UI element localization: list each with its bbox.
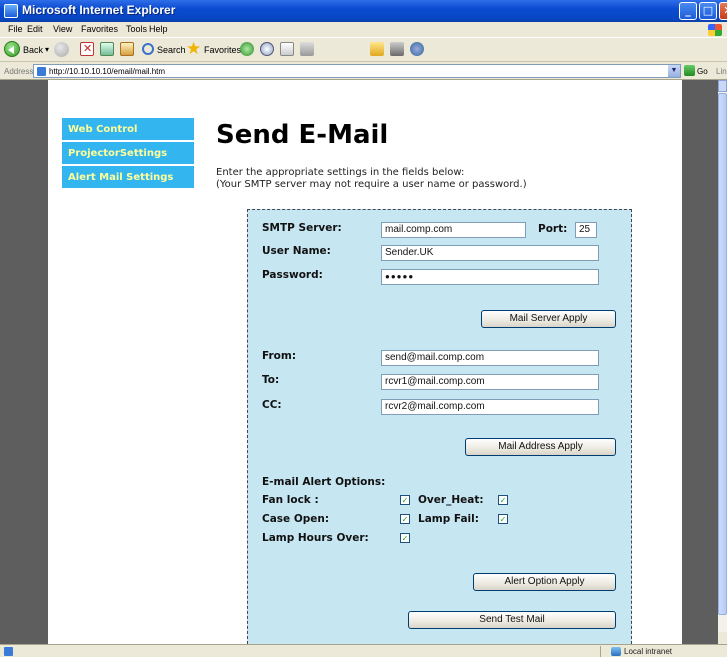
mail-icon[interactable] <box>280 42 294 56</box>
msn-icon[interactable] <box>390 42 404 56</box>
cc-label: CC: <box>262 399 282 411</box>
password-label: Password: <box>262 269 323 281</box>
right-page-margin <box>682 80 718 644</box>
intranet-zone-icon <box>611 647 621 656</box>
mail-settings-panel: SMTP Server: mail.comp.com Port: 25 User… <box>247 209 632 644</box>
left-page-margin <box>0 80 48 644</box>
to-label: To: <box>262 374 280 386</box>
side-nav: Web Control ProjectorSettings Alert Mail… <box>62 118 194 190</box>
port-label: Port: <box>538 223 568 235</box>
back-dropdown-icon[interactable]: ▾ <box>45 45 49 54</box>
from-label: From: <box>262 350 297 362</box>
user-name-label: User Name: <box>262 245 331 257</box>
mail-address-apply-button[interactable]: Mail Address Apply <box>465 438 616 456</box>
security-zone-label: Local intranet <box>624 647 673 656</box>
cc-input[interactable]: rcvr2@mail.comp.com <box>381 399 599 415</box>
messenger-icon[interactable] <box>410 42 424 56</box>
scroll-up-button[interactable] <box>718 80 727 92</box>
forward-icon[interactable] <box>54 42 69 57</box>
menu-file[interactable]: File <box>8 24 23 34</box>
smtp-server-label: SMTP Server: <box>262 222 342 234</box>
lamp-fail-checkbox[interactable]: ✓ <box>498 514 508 524</box>
back-icon[interactable] <box>4 41 20 57</box>
intro-text: Enter the appropriate settings in the fi… <box>216 167 527 191</box>
lamp-hours-over-label: Lamp Hours Over: <box>262 532 369 544</box>
maximize-button[interactable]: □ <box>699 2 717 20</box>
mail-server-apply-button[interactable]: Mail Server Apply <box>481 310 616 328</box>
minimize-button[interactable]: _ <box>679 2 697 20</box>
stop-icon[interactable] <box>80 42 94 56</box>
status-page-icon <box>4 647 13 656</box>
history-icon[interactable] <box>260 42 274 56</box>
intro-line-2: (Your SMTP server may not require a user… <box>216 179 527 190</box>
address-url[interactable]: http://10.10.10.10/email/mail.htm <box>49 67 165 76</box>
favorites-button-label[interactable]: Favorites <box>204 45 241 55</box>
address-dropdown-icon[interactable]: ▼ <box>668 65 680 77</box>
address-bar: Address http://10.10.10.10/email/mail.ht… <box>0 62 727 80</box>
case-open-checkbox[interactable]: ✓ <box>400 514 410 524</box>
intro-line-1: Enter the appropriate settings in the fi… <box>216 167 465 178</box>
print-icon[interactable] <box>300 42 314 56</box>
menu-edit[interactable]: Edit <box>27 24 43 34</box>
window-title: Microsoft Internet Explorer <box>22 3 176 17</box>
go-arrow-icon[interactable] <box>684 65 695 76</box>
scrollbar-thumb[interactable] <box>718 93 727 615</box>
nav-alert-mail-settings[interactable]: Alert Mail Settings <box>62 166 194 190</box>
favorites-star-icon[interactable]: ★ <box>186 40 201 58</box>
address-label: Address <box>4 67 34 76</box>
windows-logo-icon <box>708 24 722 36</box>
over-heat-label: Over_Heat: <box>418 494 484 506</box>
title-bar: Microsoft Internet Explorer _ □ ✕ <box>0 0 727 22</box>
search-button-label[interactable]: Search <box>157 45 186 55</box>
menu-view[interactable]: View <box>53 24 72 34</box>
user-name-input[interactable]: Sender.UK <box>381 245 599 261</box>
fan-lock-label: Fan lock : <box>262 494 319 506</box>
smtp-server-input[interactable]: mail.comp.com <box>381 222 526 238</box>
standard-toolbar: Back ▾ Search ★ Favorites <box>0 38 727 62</box>
to-input[interactable]: rcvr1@mail.comp.com <box>381 374 599 390</box>
case-open-label: Case Open: <box>262 513 330 525</box>
alert-options-heading: E-mail Alert Options: <box>262 476 386 488</box>
lamp-fail-label: Lamp Fail: <box>418 513 479 525</box>
search-icon[interactable] <box>142 43 154 55</box>
refresh-icon[interactable] <box>100 42 114 56</box>
status-separator <box>600 646 601 657</box>
fan-lock-checkbox[interactable]: ✓ <box>400 495 410 505</box>
folder-icon[interactable] <box>370 42 384 56</box>
nav-web-control[interactable]: Web Control <box>62 118 194 142</box>
menu-tools[interactable]: Tools <box>126 24 147 34</box>
menu-help[interactable]: Help <box>149 24 168 34</box>
from-input[interactable]: send@mail.comp.com <box>381 350 599 366</box>
page-icon <box>37 67 46 76</box>
links-label[interactable]: Links <box>716 67 727 76</box>
back-button-label[interactable]: Back <box>23 45 43 55</box>
close-button[interactable]: ✕ <box>719 2 727 20</box>
send-test-mail-button[interactable]: Send Test Mail <box>408 611 616 629</box>
menu-bar: File Edit View Favorites Tools Help <box>0 22 727 38</box>
ie-app-icon <box>4 4 18 18</box>
port-input[interactable]: 25 <box>575 222 597 238</box>
over-heat-checkbox[interactable]: ✓ <box>498 495 508 505</box>
page-title: Send E-Mail <box>216 120 389 150</box>
alert-option-apply-button[interactable]: Alert Option Apply <box>473 573 616 591</box>
page-viewport: Web Control ProjectorSettings Alert Mail… <box>0 80 718 644</box>
password-input[interactable]: ●●●●● <box>381 269 599 285</box>
nav-projector-settings[interactable]: ProjectorSettings <box>62 142 194 166</box>
address-input[interactable]: http://10.10.10.10/email/mail.htm ▼ <box>33 64 681 78</box>
lamp-hours-over-checkbox[interactable]: ✓ <box>400 533 410 543</box>
status-bar: Local intranet <box>0 644 727 657</box>
home-icon[interactable] <box>120 42 134 56</box>
menu-favorites[interactable]: Favorites <box>81 24 118 34</box>
go-button-label[interactable]: Go <box>697 67 708 76</box>
media-icon[interactable] <box>240 42 254 56</box>
